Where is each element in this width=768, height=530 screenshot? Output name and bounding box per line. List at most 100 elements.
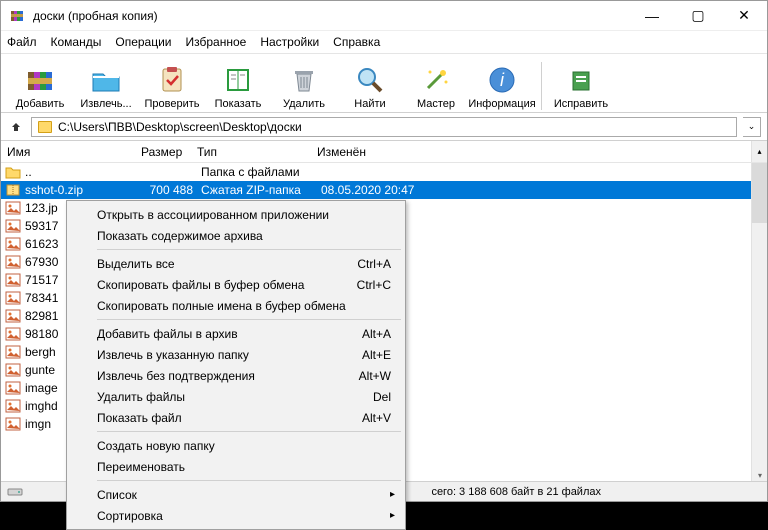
title-text: доски (пробная копия) [33, 9, 629, 23]
magnifier-icon [354, 64, 386, 96]
selected-row[interactable]: sshot-0.zip 700 488 Сжатая ZIP-папка 08.… [1, 181, 767, 199]
column-modified[interactable]: Изменён [317, 145, 437, 159]
info-button[interactable]: i Информация [471, 64, 533, 110]
arrow-up-icon [9, 120, 23, 134]
menu-help[interactable]: Справка [333, 35, 380, 49]
repair-label: Исправить [554, 98, 608, 110]
column-headers: Имя Размер Тип Изменён ▴ [1, 141, 767, 163]
menu-operations[interactable]: Операции [115, 35, 171, 49]
menu-favorites[interactable]: Избранное [186, 35, 247, 49]
maximize-button[interactable]: ▢ [675, 1, 721, 31]
delete-label: Удалить [283, 98, 325, 110]
repair-icon [565, 64, 597, 96]
ctx-select-all[interactable]: Выделить всеCtrl+A [69, 253, 403, 274]
app-window: доски (пробная копия) — ▢ ✕ Файл Команды… [0, 0, 768, 502]
image-icon [5, 399, 21, 413]
ctx-separator [97, 480, 401, 481]
menu-settings[interactable]: Настройки [260, 35, 319, 49]
ctx-separator [97, 249, 401, 250]
address-path: C:\Users\ПВВ\Desktop\screen\Desktop\доск… [58, 120, 302, 134]
image-icon [5, 345, 21, 359]
row-size: 700 488 [145, 183, 201, 197]
find-button[interactable]: Найти [339, 64, 401, 110]
row-name: sshot-0.zip [25, 183, 145, 197]
row-type: Папка с файлами [201, 165, 321, 179]
image-icon [5, 381, 21, 395]
title-bar[interactable]: доски (пробная копия) — ▢ ✕ [1, 1, 767, 31]
app-icon [9, 8, 25, 24]
image-icon [5, 273, 21, 287]
column-type[interactable]: Тип [197, 145, 317, 159]
ctx-list-submenu[interactable]: Список [69, 484, 403, 505]
folder-icon [38, 121, 52, 133]
image-icon [5, 309, 21, 323]
find-label: Найти [354, 98, 385, 110]
view-button[interactable]: Показать [207, 64, 269, 110]
view-label: Показать [215, 98, 262, 110]
menu-commands[interactable]: Команды [51, 35, 102, 49]
scroll-up-button[interactable]: ▴ [751, 141, 767, 162]
ctx-separator [97, 319, 401, 320]
column-name[interactable]: Имя [1, 145, 141, 159]
test-label: Проверить [144, 98, 199, 110]
info-label: Информация [468, 98, 535, 110]
ctx-extract-to[interactable]: Извлечь в указанную папкуAlt+E [69, 344, 403, 365]
context-menu: Открыть в ассоциированном приложении Пок… [66, 200, 406, 530]
archive-icon [24, 64, 56, 96]
trash-icon [288, 64, 320, 96]
clipboard-check-icon [156, 64, 188, 96]
row-name: .. [25, 165, 145, 179]
parent-folder-row[interactable]: .. Папка с файлами [1, 163, 767, 181]
image-icon [5, 237, 21, 251]
ctx-separator [97, 431, 401, 432]
vertical-scrollbar[interactable]: ▾ [751, 163, 767, 483]
zip-icon [5, 183, 21, 197]
ctx-delete-files[interactable]: Удалить файлыDel [69, 386, 403, 407]
info-icon: i [486, 64, 518, 96]
ctx-copy-files[interactable]: Скопировать файлы в буфер обменаCtrl+C [69, 274, 403, 295]
menu-file[interactable]: Файл [7, 35, 37, 49]
ctx-extract-noconfirm[interactable]: Извлечь без подтвержденияAlt+W [69, 365, 403, 386]
extract-label: Извлечь... [80, 98, 131, 110]
ctx-add-archive[interactable]: Добавить файлы в архивAlt+A [69, 323, 403, 344]
ctx-rename[interactable]: Переименовать [69, 456, 403, 477]
ctx-open-assoc[interactable]: Открыть в ассоциированном приложении [69, 204, 403, 225]
image-icon [5, 327, 21, 341]
wizard-label: Мастер [417, 98, 455, 110]
status-text: сего: 3 188 608 байт в 21 файлах [431, 486, 601, 498]
menu-bar: Файл Команды Операции Избранное Настройк… [1, 31, 767, 53]
image-icon [5, 291, 21, 305]
row-type: Сжатая ZIP-папка [201, 183, 321, 197]
scrollbar-thumb[interactable] [752, 163, 767, 223]
ctx-show-contents[interactable]: Показать содержимое архива [69, 225, 403, 246]
wand-icon [420, 64, 452, 96]
column-size[interactable]: Размер [141, 145, 197, 159]
up-button[interactable] [7, 118, 25, 136]
delete-button[interactable]: Удалить [273, 64, 335, 110]
add-button[interactable]: Добавить [9, 64, 71, 110]
image-icon [5, 255, 21, 269]
add-label: Добавить [16, 98, 65, 110]
address-bar: C:\Users\ПВВ\Desktop\screen\Desktop\доск… [1, 113, 767, 141]
address-input[interactable]: C:\Users\ПВВ\Desktop\screen\Desktop\доск… [31, 117, 737, 137]
minimize-button[interactable]: — [629, 1, 675, 31]
ctx-new-folder[interactable]: Создать новую папку [69, 435, 403, 456]
folder-open-icon [90, 64, 122, 96]
image-icon [5, 363, 21, 377]
image-icon [5, 219, 21, 233]
ctx-copy-paths[interactable]: Скопировать полные имена в буфер обмена [69, 295, 403, 316]
toolbar: Добавить Извлечь... Проверить Показать У… [1, 53, 767, 113]
image-icon [5, 417, 21, 431]
close-button[interactable]: ✕ [721, 1, 767, 31]
folder-icon [5, 165, 21, 179]
image-icon [5, 201, 21, 215]
address-dropdown[interactable]: ⌄ [743, 117, 761, 137]
wizard-button[interactable]: Мастер [405, 64, 467, 110]
ctx-sort-submenu[interactable]: Сортировка [69, 505, 403, 526]
toolbar-separator [541, 62, 542, 110]
extract-button[interactable]: Извлечь... [75, 64, 137, 110]
repair-button[interactable]: Исправить [550, 64, 612, 110]
test-button[interactable]: Проверить [141, 64, 203, 110]
book-icon [222, 64, 254, 96]
ctx-show-file[interactable]: Показать файлAlt+V [69, 407, 403, 428]
